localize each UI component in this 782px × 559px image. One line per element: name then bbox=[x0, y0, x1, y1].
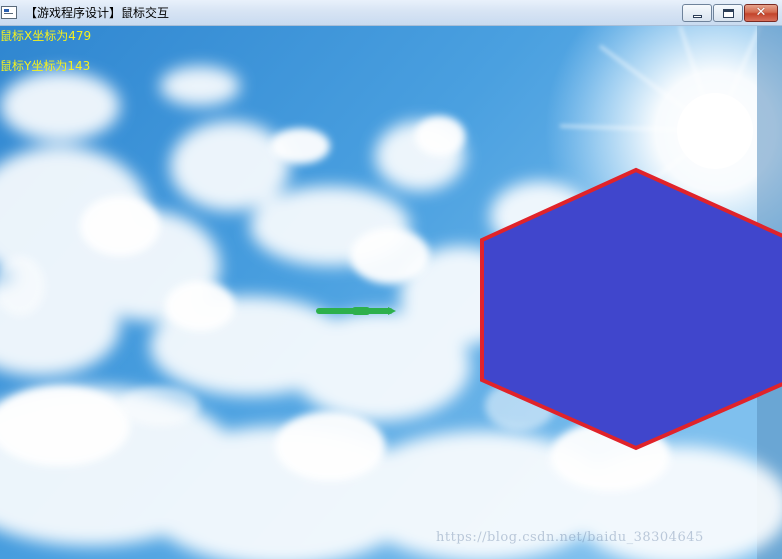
maximize-button[interactable] bbox=[713, 4, 743, 22]
green-arrow[interactable] bbox=[316, 307, 396, 315]
window-title: 【游戏程序设计】鼠标交互 bbox=[25, 6, 170, 20]
watermark-text: https://blog.csdn.net/baidu_38304645 bbox=[436, 530, 704, 545]
minimize-button[interactable] bbox=[682, 4, 712, 22]
mouse-x-label: 鼠标X坐标为479 bbox=[0, 29, 92, 43]
app-window: 【游戏程序设计】鼠标交互 ✕ 鼠标X坐标为479 鼠标Y坐标为143 https… bbox=[0, 0, 782, 559]
sky-background bbox=[0, 26, 782, 559]
app-icon[interactable] bbox=[1, 6, 17, 19]
close-button[interactable]: ✕ bbox=[744, 4, 778, 22]
window-controls: ✕ bbox=[682, 4, 782, 22]
title-bar[interactable]: 【游戏程序设计】鼠标交互 ✕ bbox=[0, 0, 782, 26]
mouse-y-label: 鼠标Y坐标为143 bbox=[0, 59, 91, 73]
close-icon: ✕ bbox=[755, 5, 767, 20]
maximize-icon bbox=[723, 9, 734, 18]
game-canvas[interactable]: 鼠标X坐标为479 鼠标Y坐标为143 https://blog.csdn.ne… bbox=[0, 26, 782, 559]
minimize-icon bbox=[693, 15, 702, 18]
